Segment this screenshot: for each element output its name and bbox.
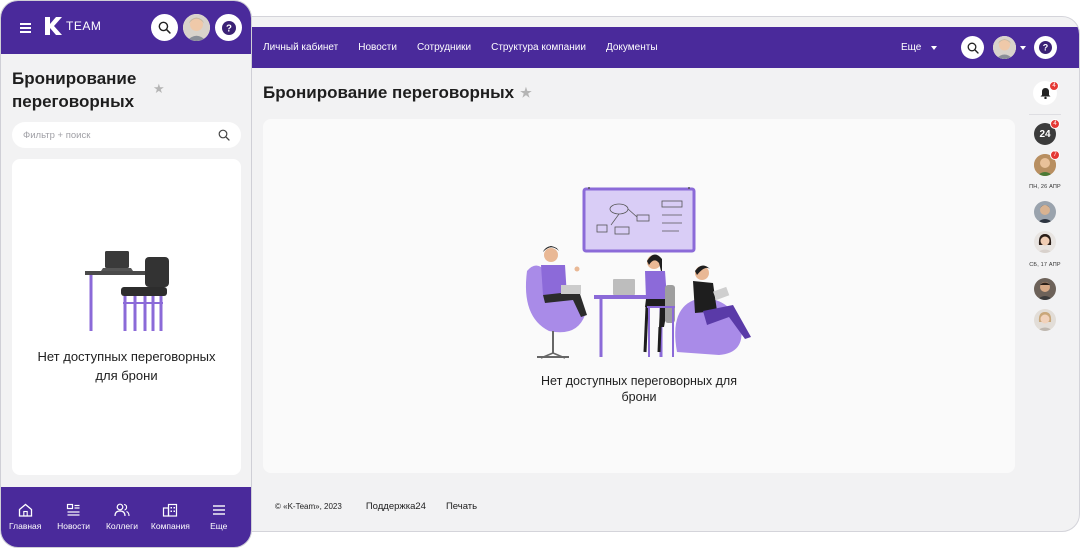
user-avatar[interactable]: [993, 36, 1016, 59]
empty-state-card: Нет доступных переговорных для брони: [12, 159, 241, 475]
page-title: Бронирование переговорных ★: [263, 83, 532, 103]
desktop-window: Личный кабинет Новости Сотрудники Структ…: [236, 16, 1080, 532]
search-icon: [967, 42, 979, 54]
empty-state-card: Нет доступных переговорных для брони: [263, 119, 1015, 473]
people-icon: [114, 503, 130, 517]
mobile-header: TEAM ?: [1, 1, 251, 54]
meeting-room-illustration: [525, 187, 751, 359]
empty-state-message: Нет доступных переговорных для брони: [263, 373, 1015, 405]
tab-more[interactable]: Еще: [195, 487, 243, 547]
search-icon: [158, 21, 171, 34]
rail-date-label: ПН, 26 АПР: [1029, 184, 1061, 190]
nav-documents[interactable]: Документы: [606, 42, 658, 53]
contact-avatar[interactable]: [1034, 309, 1056, 331]
svg-text:?: ?: [1043, 43, 1049, 53]
tab-company-label: Компания: [150, 521, 190, 531]
main-nav: Личный кабинет Новости Сотрудники Структ…: [263, 27, 678, 68]
tab-colleagues-label: Коллеги: [105, 521, 138, 531]
search-button[interactable]: [961, 36, 984, 59]
page-title-text: Бронирование переговорных: [263, 83, 515, 102]
menu-icon: [212, 505, 225, 515]
user-photo-icon: [1034, 201, 1056, 223]
search-button[interactable]: [151, 14, 178, 41]
contact-avatar[interactable]: [1034, 231, 1056, 253]
top-navbar: Личный кабинет Новости Сотрудники Структ…: [237, 27, 1079, 68]
right-sidebar: 4 24 4 7 ПН, 26 АПР СБ, 17 АПР: [1027, 77, 1063, 527]
tab-company[interactable]: Компания: [146, 487, 194, 547]
favorite-star-icon[interactable]: ★: [520, 85, 532, 101]
footer: © «K-Team», 2023 Поддержка24 Печать: [275, 501, 497, 512]
filter-search-input[interactable]: [23, 122, 213, 148]
user-photo-icon: [183, 14, 210, 41]
tab-colleagues[interactable]: Коллеги: [98, 487, 146, 547]
empty-state-message: Нет доступных переговорных для брони: [12, 347, 241, 385]
contact-badge: 7: [1050, 150, 1060, 160]
favorite-star-icon[interactable]: ★: [153, 81, 165, 97]
home-icon: [18, 503, 32, 517]
contact-avatar[interactable]: [1034, 278, 1056, 300]
mobile-window: TEAM ? Бронирование переговорных ★ Фильт…: [0, 0, 252, 548]
empty-state-text: Нет доступных переговорных для брони: [37, 349, 216, 383]
tab-home-label: Главная: [9, 521, 42, 531]
copyright: © «K-Team», 2023: [275, 502, 342, 511]
nav-news[interactable]: Новости: [358, 42, 397, 53]
nav-company-structure[interactable]: Структура компании: [491, 42, 586, 53]
user-photo-icon: [1034, 309, 1056, 331]
search-icon[interactable]: [218, 129, 230, 141]
logo-text: TEAM: [66, 19, 102, 33]
tab-news[interactable]: Новости: [49, 487, 97, 547]
k-logo-icon: [45, 17, 62, 35]
user-photo-icon: [1034, 278, 1056, 300]
user-avatar[interactable]: [183, 14, 210, 41]
bell-icon: [1040, 88, 1050, 99]
print-link[interactable]: Печать: [446, 501, 477, 512]
notifications-count: 4: [1052, 83, 1056, 89]
bitrix24-badge: 4: [1050, 119, 1060, 129]
desk-illustration: [85, 251, 169, 331]
nav-more-dropdown[interactable]: Еще: [901, 27, 938, 68]
support-link[interactable]: Поддержка24: [366, 501, 426, 512]
user-photo-icon: [1034, 231, 1056, 253]
chevron-down-icon: [931, 45, 938, 50]
contact-avatar[interactable]: [1034, 201, 1056, 223]
nav-employees[interactable]: Сотрудники: [417, 42, 471, 53]
avatar-chevron-icon[interactable]: [1020, 46, 1026, 50]
svg-text:?: ?: [226, 23, 232, 34]
rail-date-label: СБ, 17 АПР: [1029, 262, 1061, 268]
bitrix24-label: 24: [1039, 128, 1051, 140]
bottom-tab-bar: Главная Новости Коллеги Компания Еще: [1, 487, 251, 547]
logo[interactable]: TEAM: [43, 16, 101, 36]
nav-more-label: Еще: [901, 42, 922, 53]
help-button[interactable]: ?: [1034, 36, 1057, 59]
help-icon: ?: [221, 20, 236, 35]
rail-divider: [1029, 114, 1061, 115]
bitrix24-count: 4: [1053, 121, 1057, 127]
user-photo-icon: [993, 36, 1016, 59]
filter-search-bar[interactable]: [12, 122, 241, 148]
empty-state-text: Нет доступных переговорных для брони: [541, 374, 737, 404]
menu-icon[interactable]: [20, 23, 31, 35]
page-title: Бронирование переговорных: [12, 69, 137, 111]
notifications-badge: 4: [1049, 81, 1059, 91]
tab-more-label: Еще: [210, 521, 228, 531]
tab-home[interactable]: Главная: [1, 487, 49, 547]
nav-personal-account[interactable]: Личный кабинет: [263, 42, 338, 53]
building-icon: [163, 503, 178, 517]
tab-news-label: Новости: [57, 521, 91, 531]
help-icon: ?: [1039, 41, 1052, 54]
news-icon: [66, 503, 80, 516]
help-button[interactable]: ?: [215, 14, 242, 41]
contact-count: 7: [1053, 152, 1057, 158]
